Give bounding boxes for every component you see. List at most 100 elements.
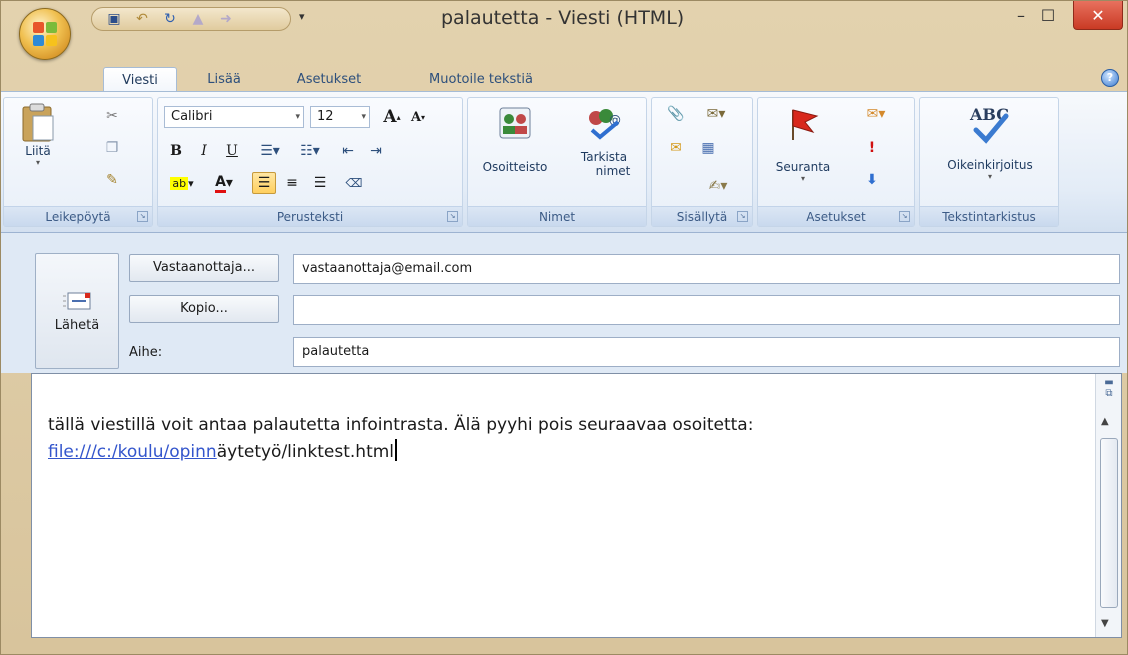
body-line-2-rest: äytetyö/linktest.html [216,442,395,462]
cut-icon[interactable]: ✂ [102,106,122,126]
spelling-check-icon: ABC [969,105,1009,144]
tab-viesti[interactable]: Viesti [103,67,177,92]
increase-indent-icon[interactable]: ⇥ [364,140,388,162]
previous-item-icon[interactable]: ▲ [190,11,206,27]
font-color-icon[interactable]: A ▾ [206,172,242,194]
close-button[interactable]: ✕ [1073,1,1123,30]
copy-icon[interactable]: ❐ [102,138,122,158]
group-options: Seuranta ▾ ✉▾ ! ⬇ Asetukset ↘ [757,97,915,227]
check-names-label-line1: Tarkista [580,150,628,164]
to-button[interactable]: Vastaanottaja... [129,254,279,282]
signature-icon[interactable]: ✍▾ [702,176,734,196]
follow-up-button[interactable]: Seuranta ▾ [762,104,844,183]
subject-label: Aihe: [129,345,163,360]
maximize-button[interactable]: ☐ [1026,1,1070,30]
paste-label: Liitä [25,144,51,158]
basic-text-launcher-icon[interactable]: ↘ [447,211,458,222]
subject-field[interactable]: palautetta [293,337,1120,367]
cc-field[interactable] [293,295,1120,325]
chevron-down-icon: ▾ [361,112,366,122]
numbering-icon[interactable]: ☷▾ [292,140,328,162]
calendar-icon[interactable]: ▦ [698,138,718,158]
scroll-thumb[interactable] [1100,438,1118,608]
business-card-icon[interactable]: ✉ [666,138,686,158]
tab-asetukset[interactable]: Asetukset [279,67,379,91]
grow-font-button[interactable]: A ▴ [380,106,404,128]
high-importance-icon[interactable]: ! [862,138,882,158]
chevron-down-icon: ▾ [295,112,300,122]
names-group-title: Nimet [538,210,576,224]
check-names-button[interactable]: @ Tarkista nimet [568,104,640,178]
help-icon[interactable]: ? [1101,69,1119,87]
address-book-label: Osoitteisto [482,160,548,174]
highlight-icon[interactable]: ab ▾ [164,172,200,194]
scroll-up-icon[interactable]: ▲ [1101,416,1109,427]
bullets-icon[interactable]: ☰▾ [252,140,288,162]
send-button[interactable]: Lähetä [35,253,119,369]
outlook-message-window: ▣ ↶ ↻ ▲ ➜ ▾ palautetta - Viesti (HTML) –… [0,0,1128,655]
office-button[interactable] [19,8,71,60]
group-include: 📎 ✉▾ ✉ ▦ ✍▾ Sisällytä ↘ [651,97,753,227]
attach-item-icon[interactable]: ✉▾ [698,104,734,124]
basic-text-group-title: Perusteksti [276,210,344,224]
underline-button[interactable]: U [220,140,244,162]
low-importance-icon[interactable]: ⬇ [862,170,882,190]
font-name-combo[interactable]: Calibri ▾ [164,106,304,128]
decrease-indent-icon[interactable]: ⇤ [336,140,360,162]
ruler-toggle-icon[interactable]: ▬ ⧉ [1100,377,1118,405]
options-group-title: Asetukset [806,210,866,224]
undo-icon[interactable]: ↶ [134,11,150,27]
align-right-icon[interactable]: ☰ [308,172,332,194]
tab-lisaa[interactable]: Lisää [189,67,259,91]
to-field[interactable]: vastaanottaja@email.com [293,254,1120,284]
include-group-title: Sisällytä [676,210,728,224]
group-names: Osoitteisto @ Tarkista nimet Nimet [467,97,647,227]
clipboard-group-title: Leikepöytä [45,210,111,224]
message-body-editor[interactable]: tällä viestillä voit antaa palautetta in… [31,373,1122,638]
grow-font-label: A [383,107,397,127]
message-header: Lähetä Vastaanottaja... vastaanottaja@em… [1,233,1127,373]
group-label-clipboard: Leikepöytä [4,206,152,226]
message-body-text[interactable]: tällä viestillä voit antaa palautetta in… [48,412,753,466]
body-line-2: file:///c:/koulu/opinnäytetyö/linktest.h… [48,439,753,466]
clear-formatting-icon[interactable]: ⌫ [342,172,366,194]
ribbon-tabs: Viesti Lisää Asetukset Muotoile tekstiä … [1,61,1127,92]
shrink-font-label: A [410,109,422,125]
send-envelope-icon [63,292,91,309]
next-item-icon[interactable]: ➜ [218,11,234,27]
spelling-dropdown-icon: ▾ [987,172,992,181]
font-size-combo[interactable]: 12 ▾ [310,106,370,128]
check-names-label-line2: nimet [595,164,631,178]
proofing-group-title: Tekstintarkistus [942,210,1036,224]
format-painter-icon[interactable]: ✎ [102,170,122,190]
scroll-down-icon[interactable]: ▼ [1101,618,1109,629]
group-clipboard: Liitä ▾ ✂ ❐ ✎ Leikepöytä ↘ [3,97,153,227]
font-name-value: Calibri [171,109,213,124]
include-launcher-icon[interactable]: ↘ [737,211,748,222]
align-center-icon[interactable]: ≡ [280,172,304,194]
redo-icon[interactable]: ↻ [162,11,178,27]
customize-qat-button[interactable]: ▾ [299,10,305,23]
group-label-options: Asetukset [758,206,914,226]
address-book-icon [499,107,531,139]
clipboard-icon [22,103,54,142]
attach-file-icon[interactable]: 📎 [666,104,686,124]
paste-button[interactable]: Liitä ▾ [10,102,66,167]
shrink-font-button[interactable]: A ▾ [406,106,430,128]
cc-button[interactable]: Kopio... [129,295,279,323]
clipboard-launcher-icon[interactable]: ↘ [137,211,148,222]
follow-up-flag-icon [792,109,819,140]
save-icon[interactable]: ▣ [106,11,122,27]
bold-button[interactable]: B [164,140,188,162]
file-link[interactable]: file:///c:/koulu/opinn [48,442,217,462]
group-label-proofing: Tekstintarkistus [920,206,1058,226]
tab-muotoile-tekstia[interactable]: Muotoile tekstiä [401,67,561,91]
options-launcher-icon[interactable]: ↘ [899,211,910,222]
spelling-button[interactable]: ABC Oikeinkirjoitus ▾ [926,102,1054,181]
title-bar: ▣ ↶ ↻ ▲ ➜ ▾ palautetta - Viesti (HTML) –… [1,1,1127,61]
permission-icon[interactable]: ✉▾ [858,104,894,124]
vertical-scrollbar[interactable]: ▬ ⧉ ▲ ▼ [1095,374,1121,637]
address-book-button[interactable]: Osoitteisto [474,104,556,174]
italic-button[interactable]: I [192,140,216,162]
align-left-icon[interactable]: ☰ [252,172,276,194]
